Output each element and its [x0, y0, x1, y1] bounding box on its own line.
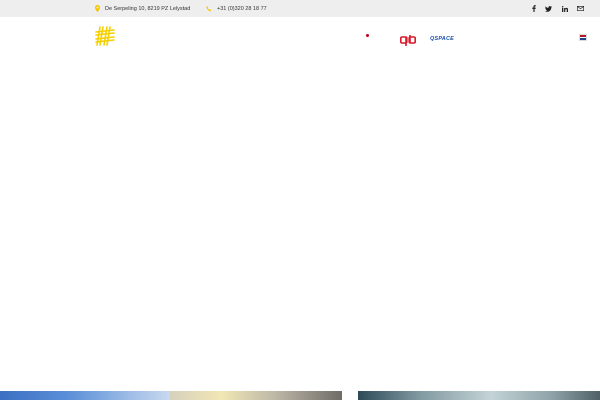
facebook-icon — [532, 5, 536, 12]
hash-logo-icon — [95, 26, 115, 46]
phone-item[interactable]: +31 (0)320 28 18 77 — [206, 0, 267, 17]
email-link[interactable] — [574, 0, 586, 17]
project-image-3[interactable] — [358, 391, 600, 400]
qspace-logo-text: QSPACE — [430, 35, 455, 42]
map-pin-icon — [95, 5, 100, 12]
qb-logo-icon — [400, 35, 416, 46]
netherlands-flag-icon — [580, 35, 586, 40]
project-image-2[interactable] — [170, 391, 342, 400]
phone-icon — [206, 5, 212, 11]
twitter-icon — [544, 5, 552, 12]
twitter-link[interactable] — [542, 0, 554, 17]
facebook-link[interactable] — [528, 0, 540, 17]
site-logo[interactable] — [94, 25, 116, 47]
phone-text: +31 (0)320 28 18 77 — [217, 5, 267, 12]
qb-partner-link[interactable] — [400, 33, 416, 46]
address-item: De Serpeling 10, 8219 PZ Lelystad — [95, 0, 190, 17]
linkedin-link[interactable] — [559, 0, 571, 17]
qspace-partner-link[interactable]: QSPACE — [430, 34, 454, 43]
project-image-1[interactable] — [0, 391, 170, 400]
top-info-bar: De Serpeling 10, 8219 PZ Lelystad +31 (0… — [0, 0, 600, 17]
main-header — [0, 17, 600, 59]
address-text: De Serpeling 10, 8219 PZ Lelystad — [105, 5, 191, 12]
image-gap — [342, 391, 358, 400]
hero-section — [0, 59, 600, 392]
nav-dot-link[interactable] — [366, 34, 369, 37]
envelope-icon — [576, 6, 584, 11]
linkedin-icon — [562, 5, 568, 12]
language-switcher[interactable] — [579, 34, 587, 41]
